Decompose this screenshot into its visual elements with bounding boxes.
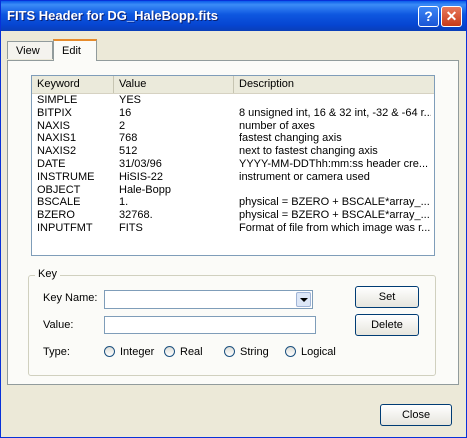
radio-logical[interactable] bbox=[285, 346, 296, 357]
radio-integer[interactable] bbox=[104, 346, 115, 357]
table-row[interactable]: INPUTFMT FITS Format of file from which im… bbox=[32, 222, 434, 235]
row-value: YES bbox=[119, 94, 142, 106]
column-header-description[interactable]: Description bbox=[234, 76, 434, 93]
row-keyword: INPUTFMT bbox=[37, 221, 93, 234]
table-row[interactable]: BITPIX 16 8 unsigned int, 16 & 32 int, -32… bbox=[32, 107, 434, 120]
row-keyword: BITPIX bbox=[37, 106, 72, 119]
window-title: FITS Header for DG_HaleBopp.fits bbox=[7, 8, 218, 23]
key-group-title: Key bbox=[35, 268, 60, 280]
row-value: Hale-Bopp bbox=[119, 183, 171, 196]
edit-tab-panel: Keyword Value Description SIMPLE YES BITPI… bbox=[7, 60, 459, 385]
type-label: Type: bbox=[43, 346, 70, 358]
row-value: 32768. bbox=[119, 209, 153, 222]
row-keyword: NAXIS2 bbox=[37, 145, 77, 158]
combo-dropdown-button[interactable] bbox=[296, 292, 311, 307]
key-name-label: Key Name: bbox=[43, 292, 98, 304]
row-keyword: SIMPLE bbox=[37, 94, 78, 106]
fits-header-dialog: FITS Header for DG_HaleBopp.fits ? ✕ Vie… bbox=[0, 0, 467, 438]
table-row[interactable]: SIMPLE YES bbox=[32, 94, 434, 107]
row-description: 8 unsigned int, 16 & 32 int, -32 & -64 r… bbox=[239, 106, 431, 119]
help-icon[interactable]: ? bbox=[418, 6, 439, 27]
row-description: physical = BZERO + BSCALE*array_... bbox=[239, 209, 430, 222]
title-bar[interactable]: FITS Header for DG_HaleBopp.fits ? ✕ bbox=[1, 1, 466, 31]
row-description: fastest changing axis bbox=[239, 132, 342, 145]
radio-string[interactable] bbox=[224, 346, 235, 357]
table-row[interactable]: NAXIS 2 number of axes bbox=[32, 120, 434, 133]
tab-view[interactable]: View bbox=[7, 41, 53, 59]
set-button[interactable]: Set bbox=[355, 286, 419, 308]
row-keyword: OBJECT bbox=[37, 183, 81, 196]
key-groupbox: Key Key Name: Value: Type: Integer Real … bbox=[28, 268, 436, 376]
row-description: next to fastest changing axis bbox=[239, 145, 378, 158]
tab-edit[interactable]: Edit bbox=[53, 39, 97, 61]
delete-button[interactable]: Delete bbox=[355, 314, 419, 336]
row-keyword: NAXIS bbox=[37, 119, 71, 132]
row-value: 2 bbox=[119, 119, 126, 132]
close-button[interactable]: Close bbox=[380, 404, 452, 426]
row-keyword: BSCALE bbox=[37, 196, 81, 209]
row-keyword: NAXIS1 bbox=[37, 132, 77, 145]
row-value: FITS bbox=[119, 221, 143, 234]
row-value: 16 bbox=[119, 106, 132, 119]
radio-real-label[interactable]: Real bbox=[180, 346, 203, 358]
row-description: Format of file from which image was r... bbox=[239, 221, 431, 234]
chevron-down-icon bbox=[300, 298, 308, 302]
header-keyword-list[interactable]: Keyword Value Description SIMPLE YES BITPI… bbox=[31, 75, 435, 256]
radio-integer-label[interactable]: Integer bbox=[120, 346, 154, 358]
list-rows: SIMPLE YES BITPIX 16 8 unsigned int, 16 & 32… bbox=[32, 94, 434, 235]
radio-string-label[interactable]: String bbox=[240, 346, 269, 358]
table-row[interactable]: BSCALE 1. physical = BZERO + BSCALE*array_… bbox=[32, 196, 434, 209]
row-description: physical = BZERO + BSCALE*array_... bbox=[239, 196, 430, 209]
row-keyword: DATE bbox=[37, 157, 66, 170]
row-value: 768 bbox=[119, 132, 138, 145]
table-row[interactable]: NAXIS2 512 next to fastest changing axis bbox=[32, 145, 434, 158]
close-icon[interactable]: ✕ bbox=[441, 6, 462, 27]
row-value: 1. bbox=[119, 196, 129, 209]
table-row[interactable]: INSTRUME HiSIS-22 instrument or camera use… bbox=[32, 171, 434, 184]
row-keyword: BZERO bbox=[37, 209, 75, 222]
row-value: 31/03/96 bbox=[119, 157, 162, 170]
row-value: 512 bbox=[119, 145, 138, 158]
radio-logical-label[interactable]: Logical bbox=[301, 346, 336, 358]
table-row[interactable]: DATE 31/03/96 YYYY-MM-DDThh:mm:ss header c… bbox=[32, 158, 434, 171]
key-name-combobox[interactable] bbox=[104, 290, 313, 309]
table-row[interactable]: BZERO 32768. physical = BZERO + BSCALE*arr… bbox=[32, 209, 434, 222]
list-header: Keyword Value Description bbox=[32, 76, 434, 94]
table-row[interactable]: NAXIS1 768 fastest changing axis bbox=[32, 132, 434, 145]
column-header-keyword[interactable]: Keyword bbox=[32, 76, 114, 93]
row-value: HiSIS-22 bbox=[119, 170, 164, 183]
table-row[interactable]: OBJECT Hale-Bopp bbox=[32, 184, 434, 197]
value-label: Value: bbox=[43, 319, 74, 331]
row-keyword: INSTRUME bbox=[37, 170, 95, 183]
value-input[interactable] bbox=[104, 316, 316, 334]
row-description: number of axes bbox=[239, 119, 315, 132]
row-description: YYYY-MM-DDThh:mm:ss header cre... bbox=[239, 157, 429, 170]
row-description: instrument or camera used bbox=[239, 170, 370, 183]
radio-real[interactable] bbox=[164, 346, 175, 357]
column-header-value[interactable]: Value bbox=[114, 76, 234, 93]
